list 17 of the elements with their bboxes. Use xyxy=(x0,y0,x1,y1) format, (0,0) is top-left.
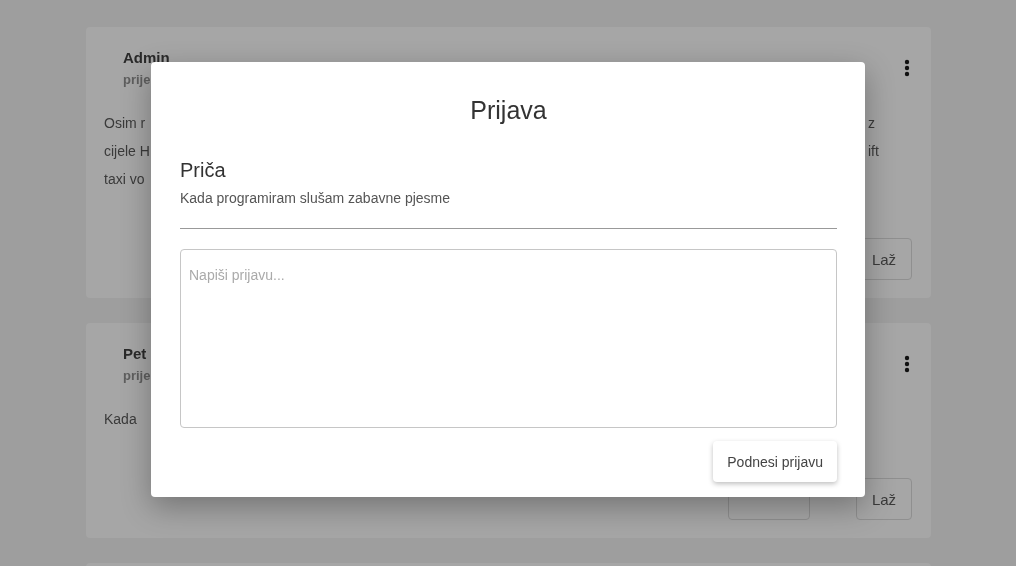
author-name: Pet xyxy=(123,345,148,362)
more-options-icon[interactable] xyxy=(904,59,910,77)
post-text: ift xyxy=(868,142,879,161)
story-heading: Priča xyxy=(180,159,227,182)
story-text: Kada programiram slušam zabavne pjesme xyxy=(180,190,451,206)
post-time: prije xyxy=(123,72,152,87)
post-time: prije xyxy=(123,368,151,383)
submit-report-button[interactable]: Podnesi prijavu xyxy=(713,441,837,482)
author-name: Admin xyxy=(123,49,170,66)
post-text: Osim r xyxy=(104,114,147,133)
post-text: cijele H xyxy=(104,142,150,161)
more-options-icon[interactable] xyxy=(904,355,910,373)
report-input-field[interactable]: Napiši prijavu... xyxy=(180,249,837,428)
dialog-title: Prijava xyxy=(469,96,548,125)
post-text: z xyxy=(868,114,875,133)
post-text: Kada xyxy=(104,410,137,429)
post-text: taxi vo xyxy=(104,170,146,189)
